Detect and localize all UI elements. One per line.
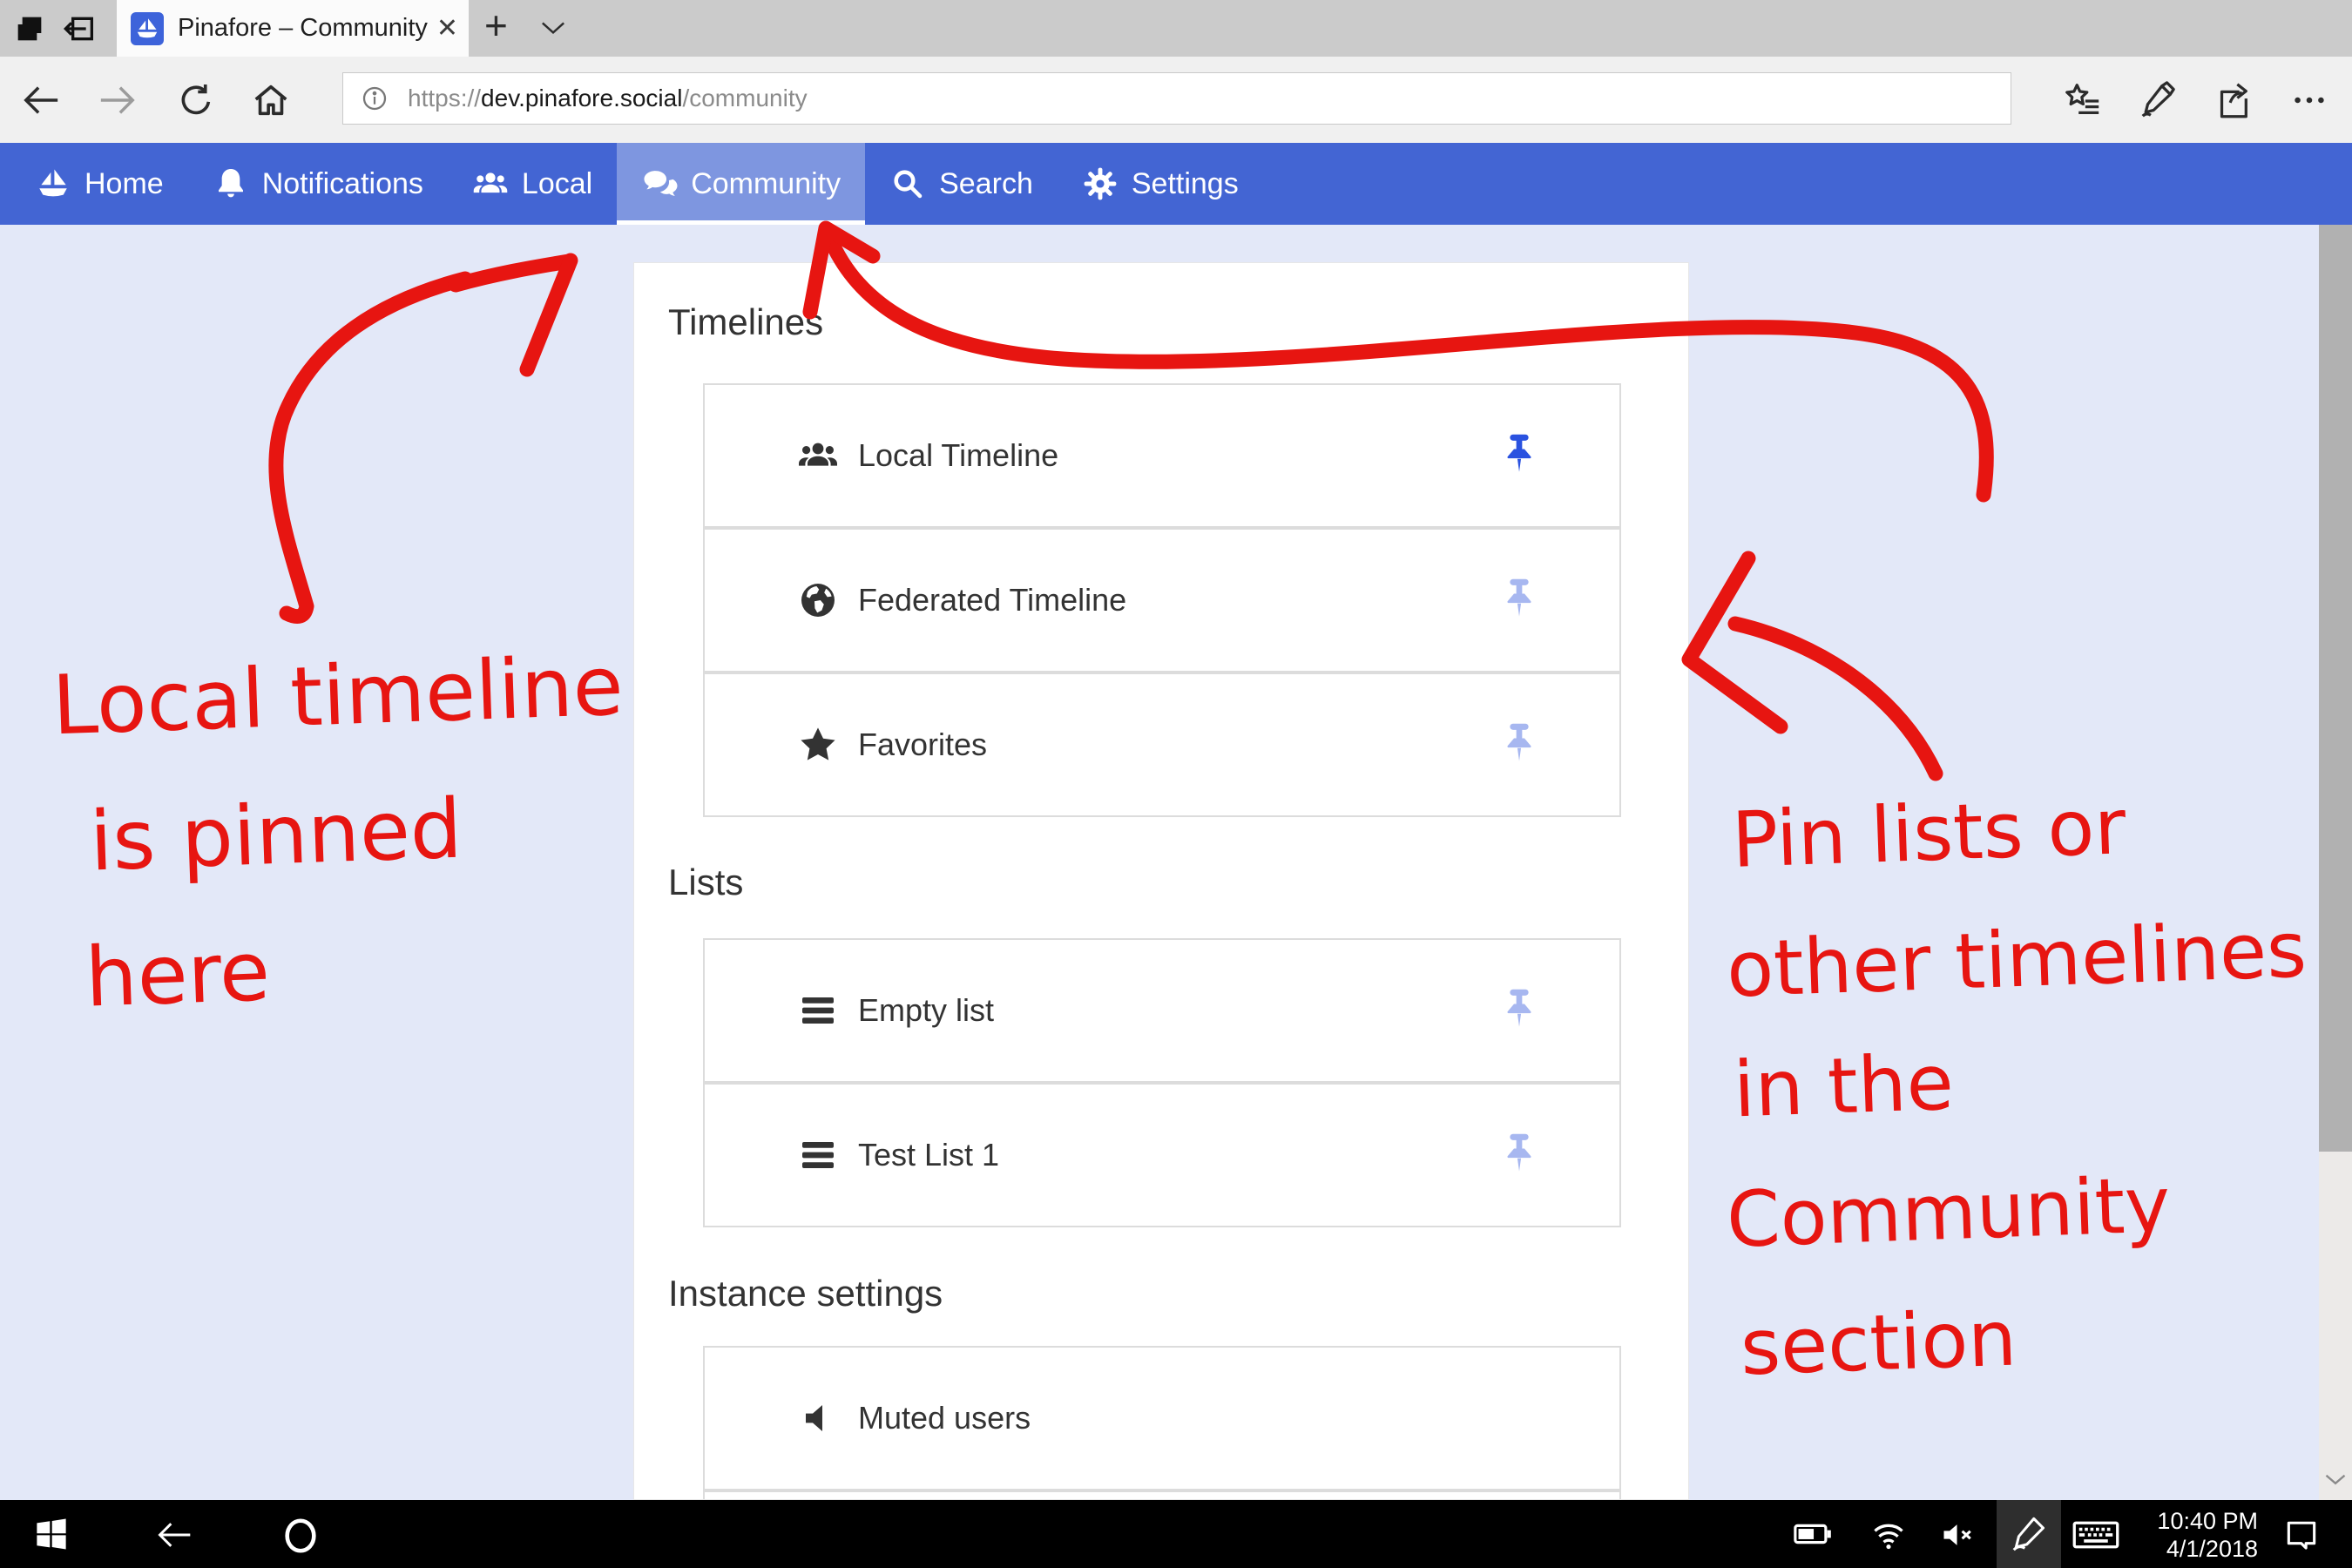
star-icon xyxy=(797,724,839,766)
taskbar-back-icon[interactable] xyxy=(155,1516,193,1554)
cortana-icon[interactable] xyxy=(280,1516,319,1554)
page-viewport: Timelines Local Timeline xyxy=(0,225,2352,1500)
taskbar-date: 4/1/2018 xyxy=(2145,1535,2258,1563)
taskbar-time: 10:40 PM xyxy=(2145,1507,2258,1535)
section-heading-lists: Lists xyxy=(668,862,743,903)
pin-icon[interactable] xyxy=(1499,576,1539,625)
nav-label: Home xyxy=(84,167,164,201)
favorites-hub-icon[interactable] xyxy=(2063,80,2103,120)
row-label: Local Timeline xyxy=(858,437,1058,474)
volume-mute-icon xyxy=(797,1397,839,1439)
list-item-empty-list[interactable]: Empty list xyxy=(703,938,1621,1083)
url-path: /community xyxy=(682,84,807,112)
gear-icon xyxy=(1082,166,1119,202)
users-icon xyxy=(797,435,839,476)
nav-label: Local xyxy=(522,167,592,201)
browser-tab-bar: Pinafore – Community ✕ + xyxy=(0,0,2352,57)
browser-tab[interactable]: Pinafore – Community ✕ xyxy=(117,0,469,57)
new-tab-button[interactable]: + xyxy=(484,2,508,49)
pin-icon[interactable] xyxy=(1499,1131,1539,1179)
list-item-favorites[interactable]: Favorites xyxy=(703,672,1621,817)
pinafore-nav-bar: Home Notifications Local xyxy=(0,143,2352,225)
scrollbar-thumb[interactable] xyxy=(2319,225,2352,1152)
more-icon[interactable] xyxy=(2289,80,2329,120)
community-card: Timelines Local Timeline xyxy=(633,262,1689,1500)
pin-icon[interactable] xyxy=(1499,986,1539,1035)
timelines-list: Local Timeline xyxy=(703,383,1621,817)
tab-list-chevron-icon[interactable] xyxy=(540,21,566,36)
refresh-icon[interactable] xyxy=(176,80,216,120)
search-icon xyxy=(889,166,926,202)
nav-label: Community xyxy=(691,167,841,201)
list-bars-icon xyxy=(797,990,839,1031)
pin-icon[interactable] xyxy=(1499,720,1539,769)
battery-icon[interactable] xyxy=(1793,1516,1831,1554)
nav-label: Notifications xyxy=(262,167,423,201)
touch-keyboard-icon[interactable] xyxy=(2072,1516,2122,1554)
pinafore-favicon-icon xyxy=(131,12,164,45)
nav-item-local[interactable]: Local xyxy=(448,143,617,225)
scrollbar-track[interactable] xyxy=(2319,225,2352,1500)
list-item-federated-timeline[interactable]: Federated Timeline xyxy=(703,528,1621,672)
share-icon[interactable] xyxy=(2213,80,2253,120)
row-label: Muted users xyxy=(858,1400,1031,1436)
nav-item-search[interactable]: Search xyxy=(865,143,1058,225)
instance-settings-list: Muted users xyxy=(703,1346,1621,1500)
nav-label: Settings xyxy=(1132,167,1239,201)
set-tabs-aside-icon[interactable] xyxy=(63,11,98,46)
bell-icon xyxy=(213,166,249,202)
globe-icon xyxy=(797,579,839,621)
screen: Pinafore – Community ✕ + xyxy=(0,0,2352,1568)
home-icon[interactable] xyxy=(251,80,291,120)
web-note-icon[interactable] xyxy=(2138,80,2178,120)
row-label: Empty list xyxy=(858,992,994,1029)
row-label: Favorites xyxy=(858,727,987,763)
comments-icon xyxy=(641,166,678,202)
section-heading-timelines: Timelines xyxy=(668,301,823,343)
windows-ink-icon xyxy=(2009,1514,2049,1554)
back-icon[interactable] xyxy=(21,80,61,120)
wifi-icon[interactable] xyxy=(1869,1516,1908,1554)
list-item-partial[interactable] xyxy=(703,1490,1621,1500)
list-item-muted-users[interactable]: Muted users xyxy=(703,1346,1621,1490)
browser-toolbar: https://dev.pinafore.social/community xyxy=(0,57,2352,143)
action-center-icon[interactable] xyxy=(2282,1516,2321,1554)
row-label: Federated Timeline xyxy=(858,582,1126,618)
nav-label: Search xyxy=(939,167,1033,201)
windows-ink-tile[interactable] xyxy=(1997,1500,2061,1568)
windows-start-icon[interactable] xyxy=(33,1516,71,1554)
windows-taskbar: 10:40 PM 4/1/2018 xyxy=(0,1500,2352,1568)
row-label: Test List 1 xyxy=(858,1137,999,1173)
forward-icon[interactable] xyxy=(98,80,138,120)
pin-icon[interactable] xyxy=(1499,431,1539,480)
nav-item-home[interactable]: Home xyxy=(10,143,188,225)
list-bars-icon xyxy=(797,1134,839,1176)
site-info-icon[interactable] xyxy=(361,84,389,112)
list-item-local-timeline[interactable]: Local Timeline xyxy=(703,383,1621,528)
lists-list: Empty list Test List 1 xyxy=(703,938,1621,1227)
url-host: dev.pinafore.social xyxy=(481,84,682,112)
url-bar[interactable]: https://dev.pinafore.social/community xyxy=(342,72,2011,125)
tab-close-icon[interactable]: ✕ xyxy=(436,13,458,44)
volume-muted-icon[interactable] xyxy=(1939,1516,1977,1554)
nav-item-settings[interactable]: Settings xyxy=(1058,143,1263,225)
nav-item-community[interactable]: Community xyxy=(617,143,865,225)
section-heading-instance-settings: Instance settings xyxy=(668,1273,943,1315)
url-protocol: https:// xyxy=(408,84,481,112)
scrollbar-down-icon[interactable] xyxy=(2319,1465,2352,1495)
tab-title: Pinafore – Community xyxy=(178,14,428,43)
sailboat-icon xyxy=(35,166,71,202)
tab-preview-icon[interactable] xyxy=(12,11,47,46)
list-item-test-list-1[interactable]: Test List 1 xyxy=(703,1083,1621,1227)
taskbar-clock[interactable]: 10:40 PM 4/1/2018 xyxy=(2145,1507,2258,1563)
users-icon xyxy=(472,166,509,202)
nav-item-notifications[interactable]: Notifications xyxy=(188,143,448,225)
